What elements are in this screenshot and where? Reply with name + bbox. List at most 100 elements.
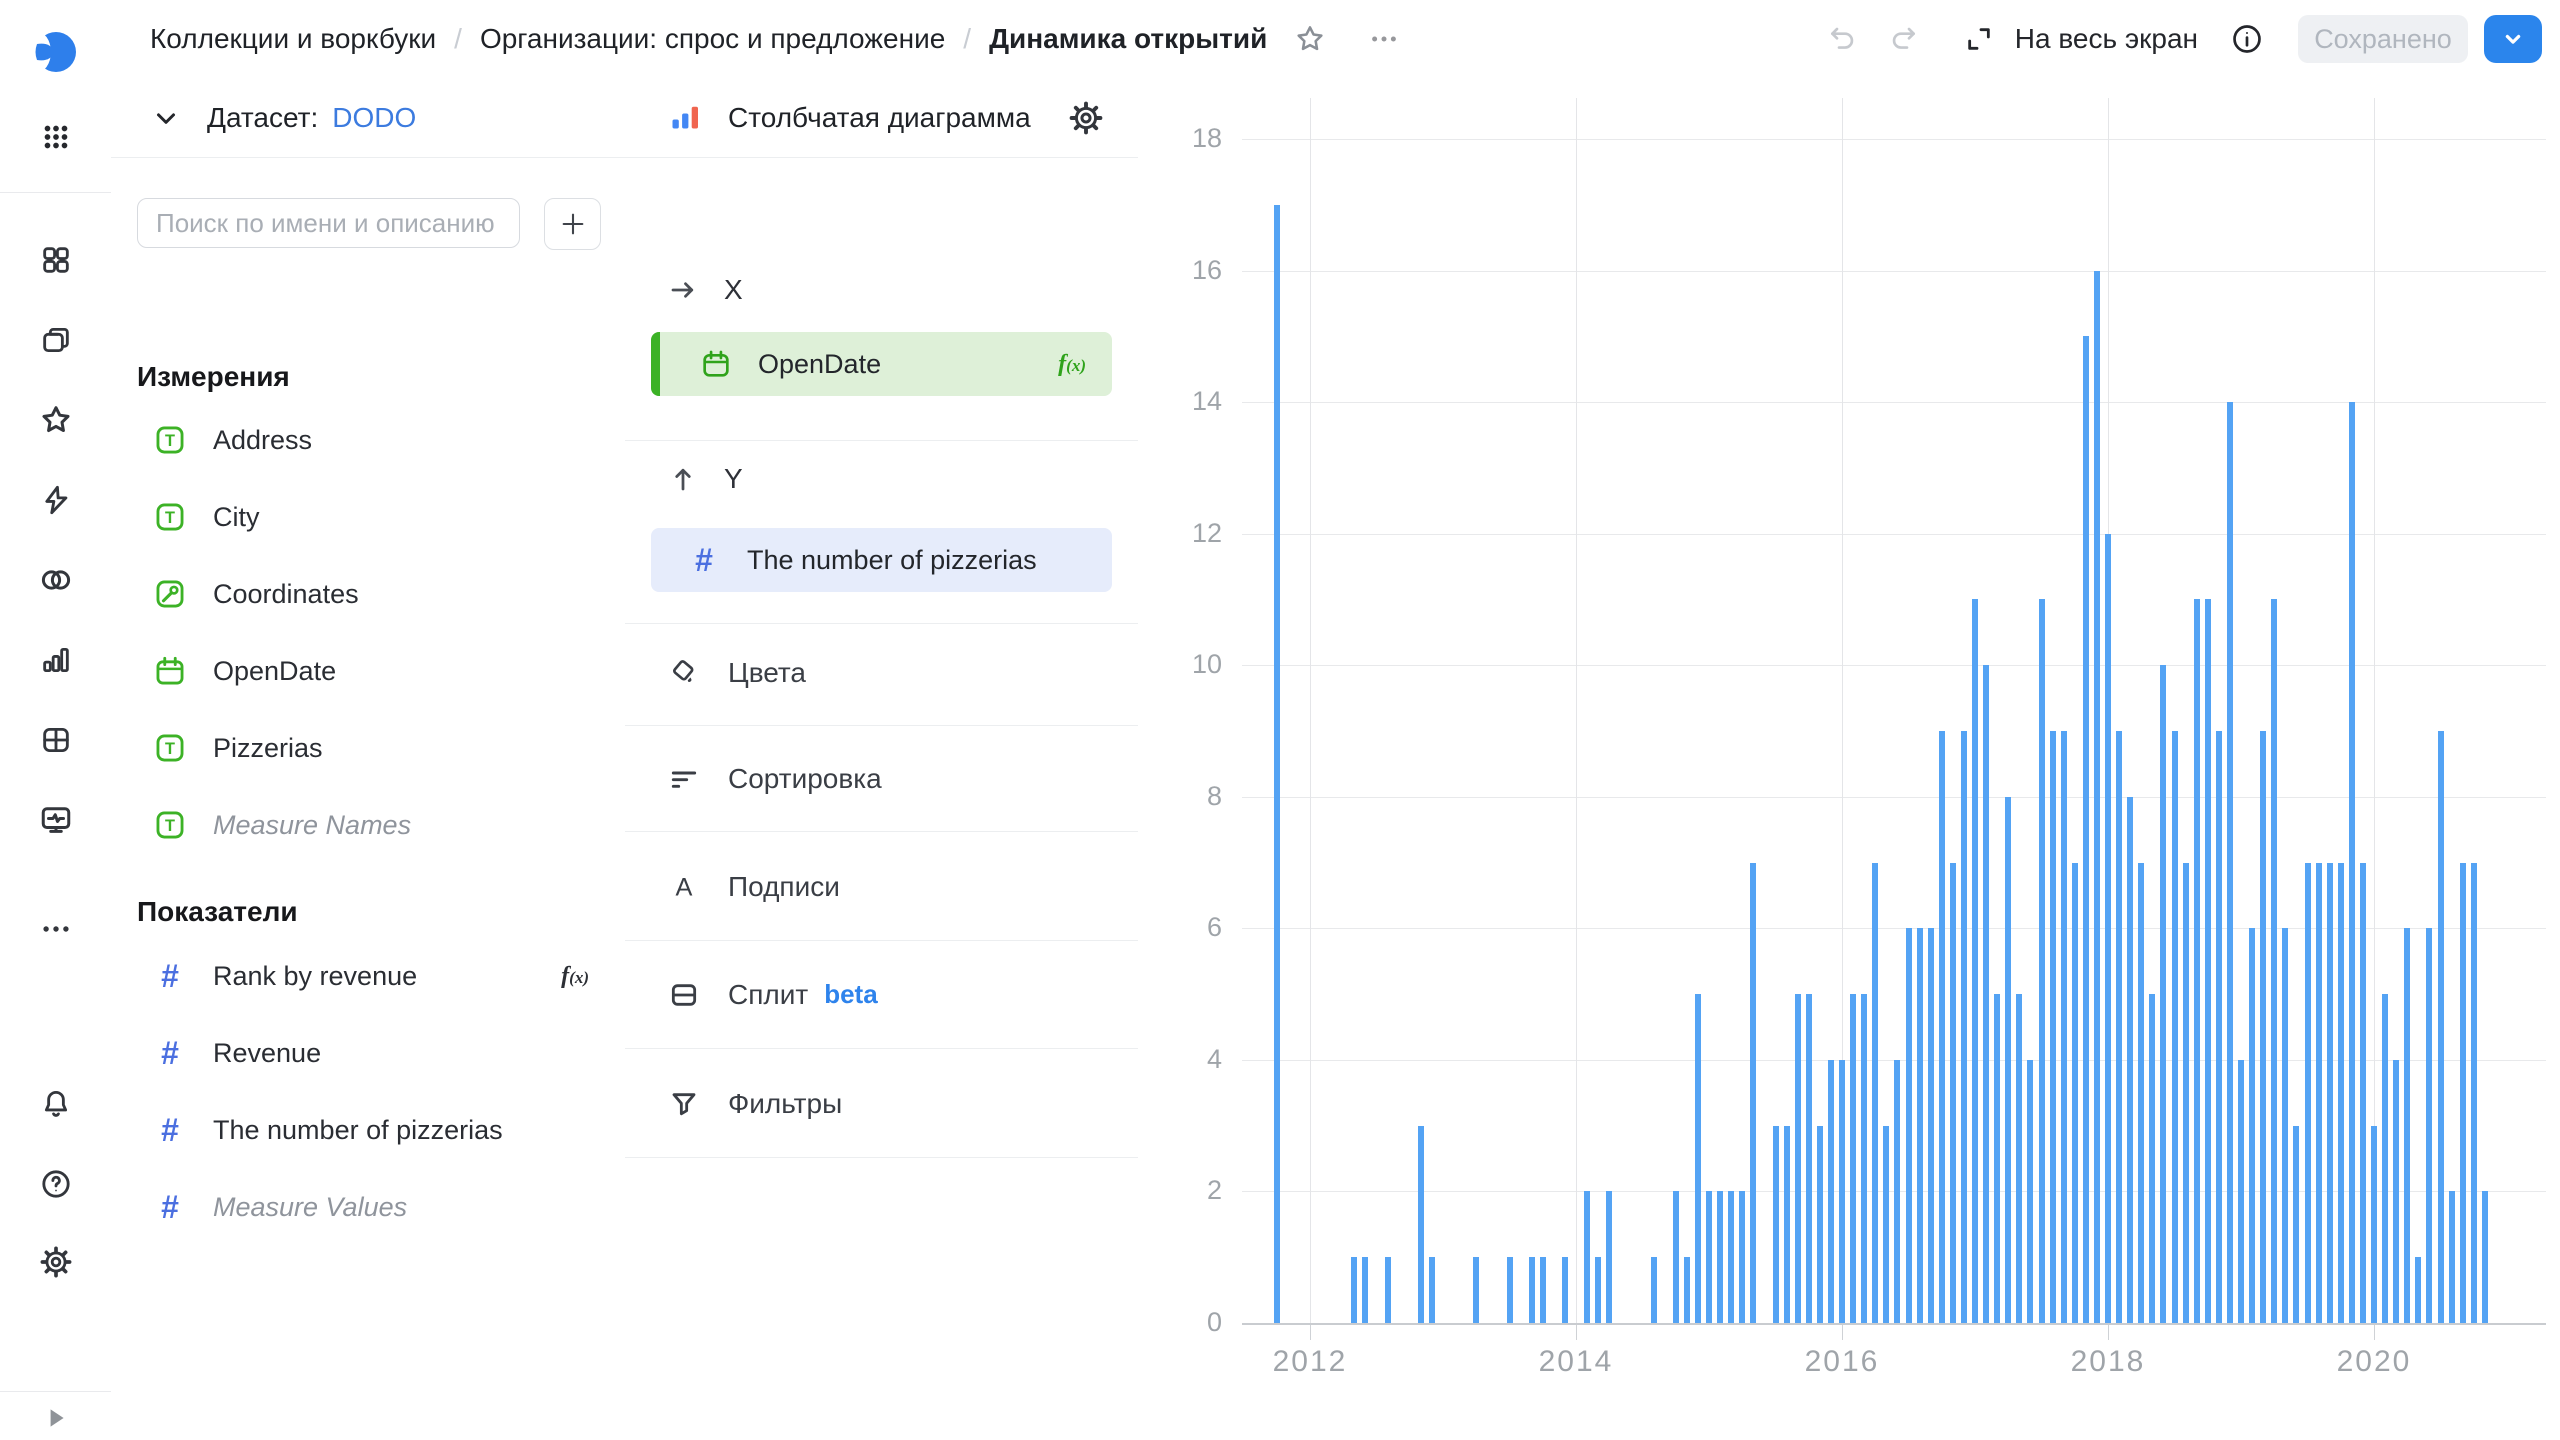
expand-rail-icon[interactable] xyxy=(43,1405,69,1431)
bar[interactable] xyxy=(2238,1060,2244,1323)
measure-row-rank-by-revenue[interactable]: # Rank by revenue f(x) xyxy=(137,944,599,1008)
section-filters[interactable]: Фильтры xyxy=(625,1051,1138,1156)
bar[interactable] xyxy=(1695,994,1701,1323)
bar[interactable] xyxy=(1806,994,1812,1323)
bar[interactable] xyxy=(2482,1191,2488,1323)
bar[interactable] xyxy=(2349,402,2355,1323)
dimension-row-pizzerias[interactable]: T Pizzerias xyxy=(137,716,599,780)
bar[interactable] xyxy=(2172,731,2178,1323)
apps-grid-icon[interactable] xyxy=(39,120,73,154)
more-actions-icon[interactable] xyxy=(1369,24,1399,54)
bar[interactable] xyxy=(1595,1257,1601,1323)
datalens-logo-icon[interactable] xyxy=(33,29,79,75)
bar[interactable] xyxy=(2438,731,2444,1323)
bar[interactable] xyxy=(2393,1060,2399,1323)
sidebar-item-charts[interactable] xyxy=(39,643,73,677)
bar[interactable] xyxy=(1961,731,1967,1323)
bar[interactable] xyxy=(1906,928,1912,1323)
sidebar-item-dashboards[interactable] xyxy=(39,243,73,277)
dataset-name-link[interactable]: DODO xyxy=(332,102,416,134)
bar[interactable] xyxy=(2039,599,2045,1323)
bar[interactable] xyxy=(2027,1060,2033,1323)
fullscreen-label[interactable]: На весь экран xyxy=(2015,23,2198,55)
bar[interactable] xyxy=(1784,1126,1790,1323)
bar[interactable] xyxy=(2426,928,2432,1323)
x-field-pill-opendate[interactable]: OpenDate f(x) xyxy=(651,332,1112,396)
info-icon[interactable] xyxy=(2230,22,2264,56)
bar[interactable] xyxy=(1473,1257,1479,1323)
bar[interactable] xyxy=(2194,599,2200,1323)
bar[interactable] xyxy=(2316,863,2322,1323)
bar[interactable] xyxy=(2415,1257,2421,1323)
bar[interactable] xyxy=(2249,928,2255,1323)
measure-row-measure-values[interactable]: # Measure Values xyxy=(137,1175,599,1239)
bar[interactable] xyxy=(2282,928,2288,1323)
bar[interactable] xyxy=(2305,863,2311,1323)
save-options-button[interactable] xyxy=(2484,15,2542,63)
dimension-row-coordinates[interactable]: Coordinates xyxy=(137,562,599,626)
bar[interactable] xyxy=(1773,1126,1779,1323)
save-button[interactable]: Сохранено xyxy=(2298,15,2468,63)
bar[interactable] xyxy=(2382,994,2388,1323)
bar[interactable] xyxy=(2072,863,2078,1323)
chart-settings-gear-icon[interactable] xyxy=(1068,100,1104,136)
bar[interactable] xyxy=(1872,863,1878,1323)
bar[interactable] xyxy=(1817,1126,1823,1323)
bar[interactable] xyxy=(2083,336,2089,1323)
bar[interactable] xyxy=(2183,863,2189,1323)
bar[interactable] xyxy=(2338,863,2344,1323)
bar[interactable] xyxy=(1651,1257,1657,1323)
bar[interactable] xyxy=(2160,665,2166,1323)
bar[interactable] xyxy=(2271,599,2277,1323)
collapse-chevron-icon[interactable] xyxy=(151,103,181,133)
bar[interactable] xyxy=(1728,1191,1734,1323)
bar[interactable] xyxy=(1917,928,1923,1323)
bar[interactable] xyxy=(2371,1126,2377,1323)
bar[interactable] xyxy=(2471,863,2477,1323)
sidebar-item-datasets[interactable] xyxy=(38,562,74,598)
section-labels[interactable]: A Подписи xyxy=(625,834,1138,939)
dimension-row-address[interactable]: T Address xyxy=(137,408,599,472)
settings-gear-icon[interactable] xyxy=(39,1245,73,1279)
bar[interactable] xyxy=(1673,1191,1679,1323)
bar[interactable] xyxy=(2227,402,2233,1323)
bar[interactable] xyxy=(1606,1191,1612,1323)
bar[interactable] xyxy=(1584,1191,1590,1323)
bar[interactable] xyxy=(1839,1060,1845,1323)
bar[interactable] xyxy=(1529,1257,1535,1323)
bar[interactable] xyxy=(1928,928,1934,1323)
breadcrumb-collections[interactable]: Коллекции и воркбуки xyxy=(150,23,436,55)
favorite-star-icon[interactable] xyxy=(1293,22,1327,56)
bar[interactable] xyxy=(2116,731,2122,1323)
bar[interactable] xyxy=(1362,1257,1368,1323)
sidebar-item-tables[interactable] xyxy=(39,723,73,757)
bar[interactable] xyxy=(2460,863,2466,1323)
add-field-button[interactable] xyxy=(544,198,601,250)
bar[interactable] xyxy=(2404,928,2410,1323)
chart-preview[interactable]: 02468101214161820122014201620182020 xyxy=(1138,78,2560,1440)
bar[interactable] xyxy=(2105,534,2111,1323)
bar[interactable] xyxy=(2138,863,2144,1323)
bar[interactable] xyxy=(1750,863,1756,1323)
bar[interactable] xyxy=(1351,1257,1357,1323)
bar[interactable] xyxy=(1939,731,1945,1323)
bar[interactable] xyxy=(2260,731,2266,1323)
bar[interactable] xyxy=(1385,1257,1391,1323)
bar[interactable] xyxy=(1883,1126,1889,1323)
bar[interactable] xyxy=(2149,994,2155,1323)
bar[interactable] xyxy=(2016,994,2022,1323)
bar[interactable] xyxy=(1540,1257,1546,1323)
chart-type-label[interactable]: Столбчатая диаграмма xyxy=(728,102,1031,134)
bar[interactable] xyxy=(2449,1191,2455,1323)
dimension-row-city[interactable]: T City xyxy=(137,485,599,549)
bar[interactable] xyxy=(1562,1257,1568,1323)
bar[interactable] xyxy=(1706,1191,1712,1323)
sidebar-item-connections[interactable] xyxy=(39,483,73,517)
section-sorting[interactable]: Сортировка xyxy=(625,726,1138,831)
redo-icon[interactable] xyxy=(1887,23,1919,55)
bar[interactable] xyxy=(2061,731,2067,1323)
bar[interactable] xyxy=(2127,797,2133,1323)
bar[interactable] xyxy=(2094,271,2100,1323)
bar[interactable] xyxy=(2327,863,2333,1323)
bar[interactable] xyxy=(2216,731,2222,1323)
